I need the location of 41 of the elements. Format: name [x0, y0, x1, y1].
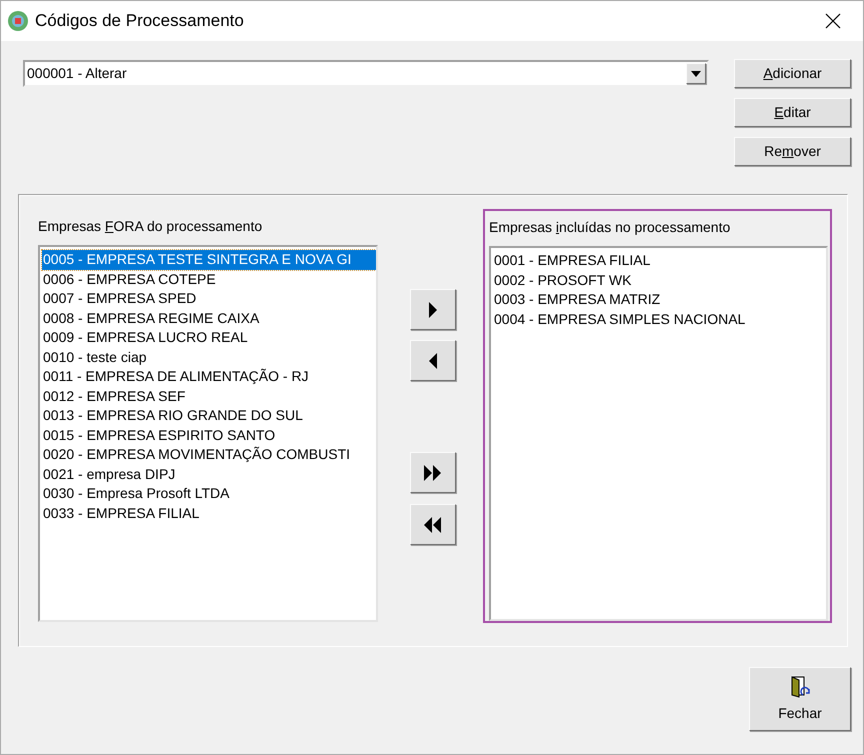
move-button[interactable] [410, 504, 456, 545]
list-item[interactable]: 0011 - EMPRESA DE ALIMENTAÇÃO - RJ [42, 367, 376, 386]
list-item[interactable]: 0010 - teste ciap [42, 348, 376, 367]
list-item[interactable]: 0009 - EMPRESA LUCRO REAL [42, 328, 376, 348]
list-box[interactable]: 0001 - EMPRESA FILIAL 0002 - PROSOFT WK 0003 - EMPRESA MATRIZ 0004 - EMPRESA SIMPLES NACIONAL [489, 246, 828, 621]
app-icon [7, 10, 29, 32]
list-item[interactable]: 0004 - EMPRESA SIMPLES NACIONAL [493, 310, 826, 329]
move-button[interactable] [410, 452, 456, 493]
list-item[interactable]: 0002 - PROSOFT WK [493, 270, 826, 290]
window-title: Códigos de Processamento [35, 10, 244, 32]
list-item[interactable]: 0033 - EMPRESA FILIAL [42, 504, 376, 523]
list-item[interactable]: 0008 - EMPRESA REGIME CAIXA [42, 308, 376, 328]
list-box[interactable] [38, 245, 378, 622]
action-button[interactable]: Adicionar [734, 59, 851, 88]
list-item[interactable]: 0001 - EMPRESA FILIAL [493, 251, 826, 270]
double-right-icon [423, 464, 443, 480]
list-item[interactable]: 0013 - EMPRESA RIO GRANDE DO SUL [42, 406, 376, 426]
double-left-icon [423, 516, 443, 532]
list-item[interactable]: 0030 - Empresa Prosoft LTDA [42, 484, 376, 504]
right-triangle-icon [427, 302, 439, 318]
list-item[interactable]: 0005 - EMPRESA TESTE SINTEGRA E NOVA GI [42, 250, 376, 270]
move-button[interactable] [410, 340, 456, 381]
list-item[interactable]: 0006 - EMPRESA COTEPE [42, 270, 376, 289]
list-item[interactable]: 0012 - EMPRESA SEF [42, 386, 376, 406]
action-button[interactable]: Remover [734, 137, 851, 166]
close-button[interactable]: Fechar [749, 667, 851, 731]
list-label: Empresas FORA do processamento [38, 218, 264, 235]
left-triangle-icon [427, 352, 439, 368]
list-label: Empresas incluídas no processamento [489, 219, 732, 236]
action-button[interactable]: Editar [734, 98, 851, 127]
list-item[interactable]: 0015 - EMPRESA ESPIRITO SANTO [42, 426, 376, 445]
list-item[interactable]: 0020 - EMPRESA MOVIMENTAÇÃO COMBUSTI [42, 445, 376, 464]
caret-icon [691, 70, 701, 76]
door-icon [789, 674, 811, 698]
list-item[interactable]: 0021 - empresa DIPJ [42, 464, 376, 484]
move-button[interactable] [410, 289, 456, 330]
close-icon[interactable] [825, 13, 841, 29]
list-item[interactable]: 0003 - EMPRESA MATRIZ [493, 290, 826, 310]
list-item[interactable]: 0007 - EMPRESA SPED [42, 289, 376, 308]
dropdown-button[interactable] [686, 63, 706, 84]
combo-box[interactable]: 000001 - Alterar [23, 60, 709, 87]
